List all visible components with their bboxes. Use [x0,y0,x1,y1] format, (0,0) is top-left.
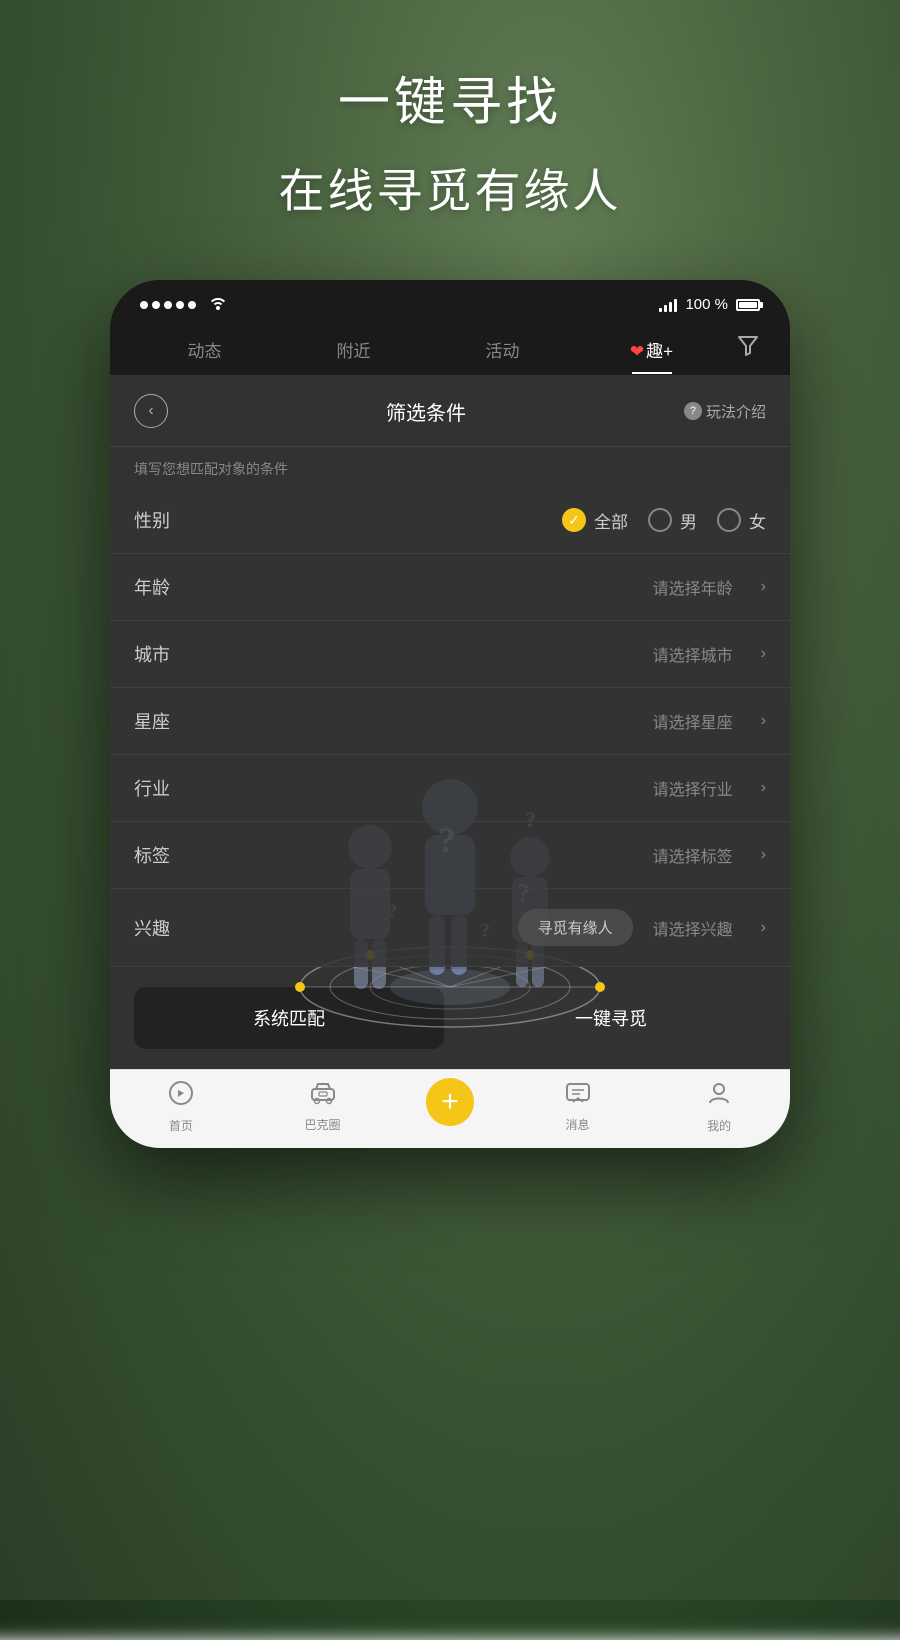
dot-1 [140,301,148,309]
plus-button[interactable]: + [426,1078,474,1126]
constellation-label: 星座 [134,708,194,734]
gender-male-option[interactable]: 男 [648,508,697,533]
nav-tabs: 动态 附近 活动 ❤趣+ [110,323,790,376]
wifi-icon [208,294,228,315]
tags-arrow-icon: › [761,846,766,864]
gender-all-option[interactable]: ✓ 全部 [562,508,628,533]
city-content: 请选择城市 › [194,642,766,666]
nav-messages-label: 消息 [566,1116,590,1133]
nav-profile[interactable]: 我的 [648,1080,790,1134]
age-content: 请选择年龄 › [194,575,766,599]
industry-placeholder: 请选择行业 [653,776,733,800]
status-bar: 100 % [110,280,790,323]
tab-fujin[interactable]: 附近 [279,325,428,374]
nav-home-label: 首页 [169,1117,193,1134]
interest-badge[interactable]: 寻觅有缘人 [518,909,633,946]
headline-2: 在线寻觅有缘人 [0,155,900,221]
dot-5 [188,301,196,309]
status-left [140,294,228,315]
city-arrow-icon: › [761,645,766,663]
carrier-dots [140,301,196,309]
interest-filter-row[interactable]: 兴趣 寻觅有缘人 请选择兴趣 › [110,889,790,967]
tab-quu-plus[interactable]: ❤趣+ [577,325,726,374]
tab-dongtai[interactable]: 动态 [130,325,279,374]
dot-3 [164,301,172,309]
gender-male-label: 男 [680,508,697,533]
profile-icon [706,1080,732,1113]
gender-male-radio[interactable] [648,508,672,532]
home-icon [168,1080,194,1113]
nav-bakuquan-label: 巴克圈 [305,1116,341,1133]
gender-all-label: 全部 [594,508,628,533]
plus-icon: + [441,1087,459,1117]
top-text-section: 一键寻找 在线寻觅有缘人 [0,0,900,221]
tags-label: 标签 [134,842,194,868]
city-label: 城市 [134,641,194,667]
help-link[interactable]: ? 玩法介绍 [684,401,766,422]
bottom-nav: 首页 巴克圈 + [110,1069,790,1148]
interest-label: 兴趣 [134,915,194,941]
age-placeholder: 请选择年龄 [653,575,733,599]
headline-1: 一键寻找 [0,60,900,135]
city-placeholder: 请选择城市 [653,642,733,666]
gender-female-radio[interactable] [717,508,741,532]
gender-label: 性别 [134,507,194,533]
gender-all-radio[interactable]: ✓ [562,508,586,532]
gender-filter-row: 性别 ✓ 全部 男 女 [110,487,790,554]
filter-icon[interactable] [726,323,770,375]
tags-content: 请选择标签 › [194,843,766,867]
gender-female-label: 女 [749,508,766,533]
age-filter-row[interactable]: 年龄 请选择年龄 › [110,554,790,621]
status-right: 100 % [659,296,760,313]
age-label: 年龄 [134,574,194,600]
tags-filter-row[interactable]: 标签 请选择标签 › [110,822,790,889]
city-filter-row[interactable]: 城市 请选择城市 › [110,621,790,688]
battery-percent: 100 % [685,296,728,313]
panel-header: ‹ 筛选条件 ? 玩法介绍 [110,376,790,447]
nav-profile-label: 我的 [707,1117,731,1134]
panel-title: 筛选条件 [386,397,466,426]
help-icon: ? [684,402,702,420]
dot-2 [152,301,160,309]
nav-bakuquan[interactable]: 巴克圈 [252,1081,394,1133]
constellation-filter-row[interactable]: 星座 请选择星座 › [110,688,790,755]
help-label: 玩法介绍 [706,401,766,422]
gender-female-option[interactable]: 女 [717,508,766,533]
battery-icon [736,299,760,311]
dot-4 [176,301,184,309]
gender-options: ✓ 全部 男 女 [194,508,766,533]
tab-huodong[interactable]: 活动 [428,325,577,374]
signal-icon [659,298,677,312]
heart-icon: ❤ [630,342,644,361]
industry-label: 行业 [134,775,194,801]
panel-content: ? ? ? ? ? 性别 ✓ 全部 [110,487,790,1069]
car-icon [309,1081,337,1112]
nav-home[interactable]: 首页 [110,1080,252,1134]
interest-content: 寻觅有缘人 请选择兴趣 › [194,909,766,946]
panel-subtitle: 填写您想匹配对象的条件 [110,447,790,487]
tags-placeholder: 请选择标签 [653,843,733,867]
industry-filter-row[interactable]: 行业 请选择行业 › [110,755,790,822]
industry-arrow-icon: › [761,779,766,797]
constellation-arrow-icon: › [761,712,766,730]
interest-arrow-icon: › [761,919,766,937]
nav-plus[interactable]: + [393,1088,506,1126]
age-arrow-icon: › [761,578,766,596]
industry-content: 请选择行业 › [194,776,766,800]
filter-panel: ‹ 筛选条件 ? 玩法介绍 填写您想匹配对象的条件 [110,376,790,1069]
nav-messages[interactable]: 消息 [507,1081,649,1133]
messages-icon [565,1081,591,1112]
interest-placeholder: 请选择兴趣 [653,916,733,940]
phone-frame: 100 % 动态 附近 活动 ❤趣+ ‹ [110,280,790,1148]
constellation-placeholder: 请选择星座 [653,709,733,733]
constellation-content: 请选择星座 › [194,709,766,733]
back-button[interactable]: ‹ [134,394,168,428]
